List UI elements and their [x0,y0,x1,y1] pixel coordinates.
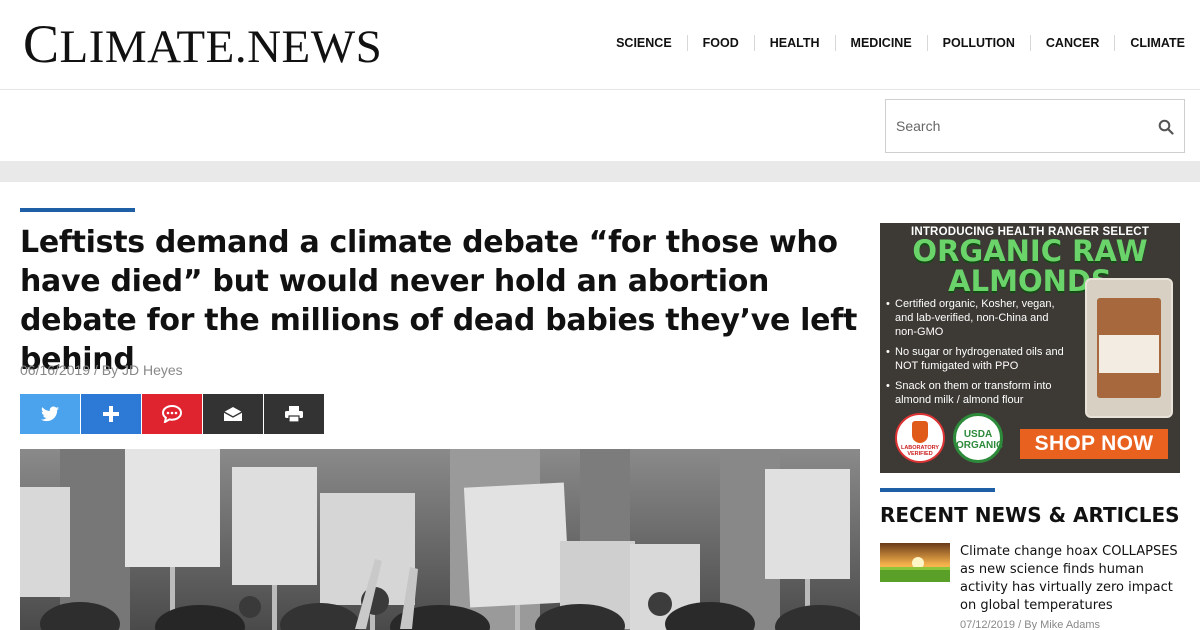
nav-pollution[interactable]: POLLUTION [926,35,1030,51]
main-nav: SCIENCE FOOD HEALTH MEDICINE POLLUTION C… [601,35,1200,51]
search-icon[interactable] [1158,119,1174,135]
headline-accent [20,208,135,212]
usda-organic-badge: USDA ORGANIC [953,413,1003,463]
nav-food[interactable]: FOOD [686,35,754,51]
search-input[interactable] [886,100,1146,152]
share-email-button[interactable] [203,394,263,434]
shop-now-button[interactable]: SHOP NOW [1020,429,1168,459]
almonds-bag-image [1085,278,1173,418]
news-headline-link[interactable]: Climate change hoax COLLAPSES as new sci… [960,543,1185,615]
sunset-field-image [880,543,950,582]
article-date: 06/16/2019 [20,362,91,378]
nav-medicine[interactable]: MEDICINE [834,35,927,51]
search-box [885,99,1185,153]
ad-bullet: Snack on them or transform into almond m… [886,379,1071,407]
ad-bullet: No sugar or hydrogenated oils and NOT fu… [886,345,1071,373]
news-date: 07/12/2019 [960,619,1016,630]
recent-news-title: RECENT NEWS & ARTICLES [880,503,1180,527]
site-logo[interactable]: CLIMATE.NEWS [23,17,382,73]
nav-health[interactable]: HEALTH [753,35,835,51]
share-bar [20,394,325,434]
share-more-button[interactable] [81,394,141,434]
share-twitter-button[interactable] [20,394,80,434]
header-divider [0,161,1200,182]
print-icon [285,406,303,423]
comment-button[interactable] [142,394,202,434]
plus-icon [103,406,119,422]
article-meta: 06/16/2019 / By JD Heyes [20,362,183,378]
print-button[interactable] [264,394,324,434]
site-header: CLIMATE.NEWS SCIENCE FOOD HEALTH MEDICIN… [0,0,1200,90]
nav-science[interactable]: SCIENCE [601,35,687,51]
news-meta-separator: / [1018,619,1022,630]
article-hero-image [20,449,860,630]
ad-bullet: Certified organic, Kosher, vegan, and la… [886,297,1071,339]
article-byline[interactable]: By JD Heyes [102,362,183,378]
ad-bullets: Certified organic, Kosher, vegan, and la… [886,297,1071,413]
protest-photo [20,449,860,630]
twitter-icon [41,406,59,422]
comment-icon [162,405,182,423]
almonds-ad-banner[interactable]: INTRODUCING HEALTH RANGER SELECT ORGANIC… [880,223,1180,473]
search-row [0,91,1200,161]
nav-climate[interactable]: CLIMATE [1114,35,1200,51]
nav-cancer[interactable]: CANCER [1029,35,1114,51]
article-headline: Leftists demand a climate debate “for th… [20,225,858,377]
lab-verified-badge: LABORATORY VERIFIED [895,413,945,463]
news-byline[interactable]: By Mike Adams [1024,619,1100,630]
news-thumbnail[interactable] [880,543,950,582]
email-icon [223,407,243,421]
recent-accent [880,488,995,492]
meta-separator: / [93,362,98,378]
news-meta: 07/12/2019 / By Mike Adams [960,619,1100,630]
